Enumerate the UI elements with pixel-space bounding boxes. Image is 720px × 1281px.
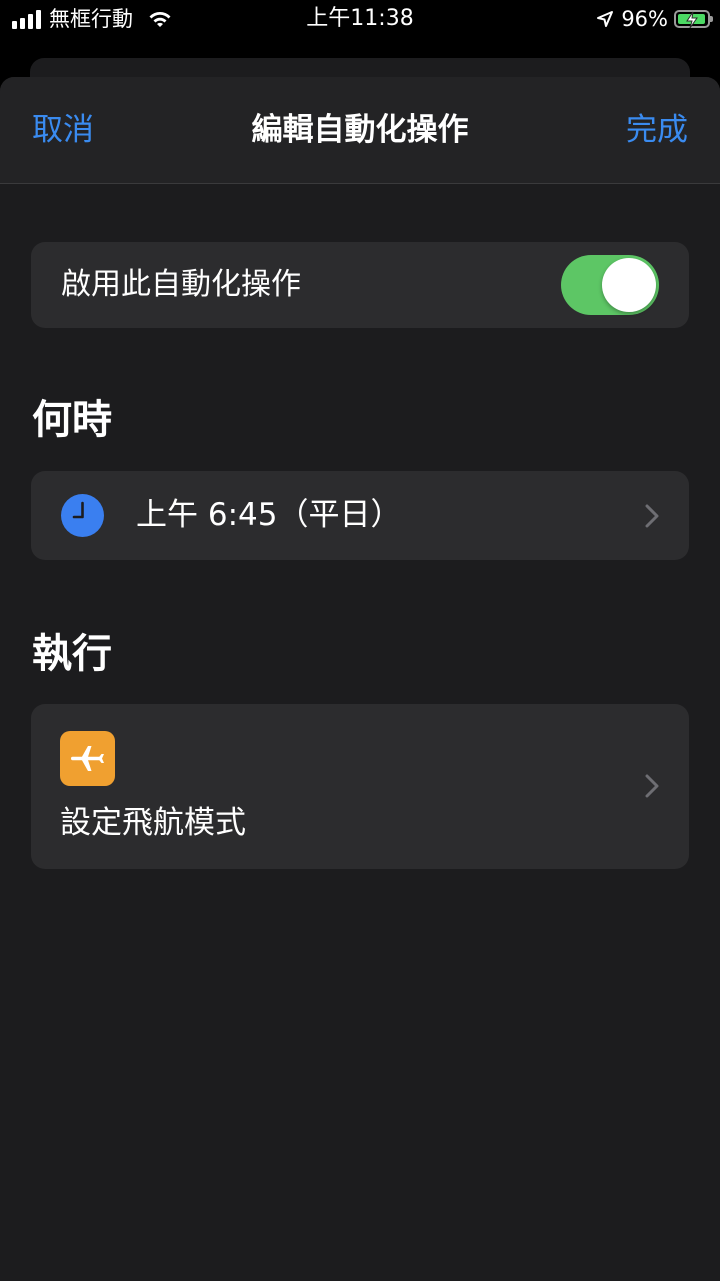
charging-bolt-icon: [686, 11, 698, 29]
chevron-right-icon: [645, 504, 659, 528]
action-row[interactable]: 設定飛航模式: [31, 704, 689, 869]
chevron-right-icon: [645, 774, 659, 798]
do-section-header: 執行: [32, 631, 112, 677]
battery-nub: [710, 16, 713, 22]
battery-charging-icon: [674, 10, 713, 29]
done-button[interactable]: 完成: [626, 110, 688, 150]
enable-automation-label: 啟用此自動化操作: [61, 267, 301, 302]
enable-automation-row: 啟用此自動化操作: [31, 242, 689, 328]
action-label: 設定飛航模式: [60, 805, 246, 841]
nav-bar: 取消 編輯自動化操作 完成: [0, 77, 720, 184]
enable-automation-toggle[interactable]: [561, 255, 659, 315]
trigger-time-label: 上午 6:45（平日）: [136, 497, 402, 533]
trigger-row[interactable]: 上午 6:45（平日）: [31, 471, 689, 560]
screen: 無框行動 上午11:38 96% 取消 編輯自動化操作 完成 啟用此自動化操作 …: [0, 0, 720, 1281]
edit-automation-sheet: 取消 編輯自動化操作 完成 啟用此自動化操作 何時 上午 6:45（平日） 執行: [0, 77, 720, 1281]
when-section-header: 何時: [32, 397, 112, 443]
clock-icon: [61, 494, 104, 537]
toggle-knob: [602, 258, 656, 312]
battery-percent: 96%: [621, 7, 668, 31]
airplane-icon: [60, 731, 115, 786]
location-arrow-icon: [597, 11, 614, 27]
page-title: 編輯自動化操作: [251, 112, 469, 148]
status-bar-right: 96%: [595, 6, 713, 32]
status-bar: 無框行動 上午11:38 96%: [0, 0, 720, 40]
